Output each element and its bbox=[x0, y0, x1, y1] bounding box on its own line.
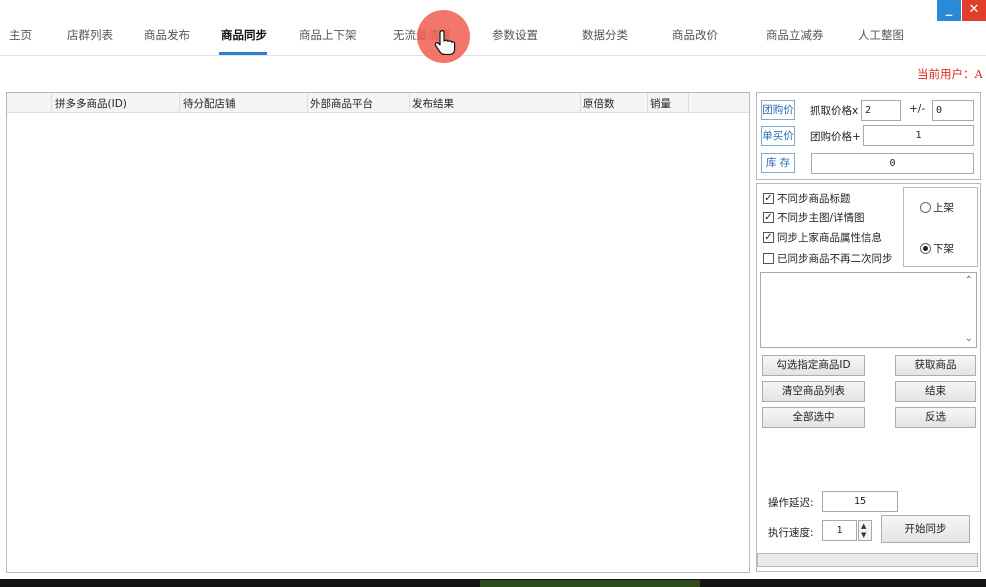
active-tab-indicator bbox=[219, 52, 267, 55]
checkbox-mark: ✓ bbox=[763, 212, 774, 223]
speed-label: 执行速度: bbox=[768, 527, 814, 539]
column-separator bbox=[409, 93, 410, 113]
sync-progress-bar bbox=[757, 553, 978, 567]
nav-tab-parameter-settings[interactable]: 参数设置 bbox=[492, 27, 538, 43]
column-pdd-id[interactable]: 拼多多商品(ID) bbox=[55, 96, 127, 111]
invert-selection-button[interactable]: 反选 bbox=[895, 407, 976, 428]
plus-minus-label: +/- bbox=[909, 103, 926, 115]
plus-minus-input[interactable]: 0 bbox=[932, 100, 974, 121]
get-products-button[interactable]: 获取商品 bbox=[895, 355, 976, 376]
nav-tab-listing[interactable]: 商品上下架 bbox=[299, 27, 357, 43]
end-button[interactable]: 结束 bbox=[895, 381, 976, 402]
stock-tag[interactable]: 库 存 bbox=[761, 153, 795, 173]
column-separator bbox=[647, 93, 648, 113]
close-button[interactable]: ✕ bbox=[962, 0, 986, 21]
radio-mark bbox=[920, 243, 931, 254]
stock-input[interactable]: 0 bbox=[811, 153, 974, 174]
delay-label: 操作延迟: bbox=[768, 497, 814, 509]
nav-tab-product-sync[interactable]: 商品同步 bbox=[221, 27, 267, 43]
fetch-price-input[interactable]: 2 bbox=[861, 100, 901, 121]
column-separator bbox=[179, 93, 180, 113]
column-separator bbox=[688, 93, 689, 113]
checkbox-mark: ✓ bbox=[763, 193, 774, 204]
single-buy-tag[interactable]: 单买价 bbox=[761, 126, 795, 146]
shelf-radio-group: 上架 下架 bbox=[903, 187, 978, 267]
delay-input[interactable]: 15 bbox=[822, 491, 898, 512]
on-shelf-radio[interactable]: 上架 bbox=[920, 200, 954, 215]
column-separator bbox=[307, 93, 308, 113]
stepper-down-icon[interactable]: ▼ bbox=[861, 531, 866, 539]
column-pending-store[interactable]: 待分配店铺 bbox=[183, 96, 236, 111]
nav-tab-product-publish[interactable]: 商品发布 bbox=[144, 27, 190, 43]
checkbox-mark: ✓ bbox=[763, 232, 774, 243]
table-header: 拼多多商品(ID) 待分配店铺 外部商品平台 发布结果 原倍数 销量 bbox=[7, 93, 749, 113]
background-strip bbox=[480, 580, 700, 587]
speed-stepper[interactable]: ▲ ▼ bbox=[858, 520, 872, 541]
speed-input[interactable]: 1 bbox=[822, 520, 857, 541]
select-ids-button[interactable]: 勾选指定商品ID bbox=[762, 355, 865, 376]
nav-tab-data-categories[interactable]: 数据分类 bbox=[582, 27, 628, 43]
pricing-group: 团购价 抓取价格x 2 +/- 0 单买价 团购价格+ 1 库 存 0 bbox=[756, 92, 981, 180]
no-sync-images-checkbox[interactable]: ✓ 不同步主图/详情图 bbox=[763, 210, 865, 225]
column-separator bbox=[580, 93, 581, 113]
nav-tab-store-list[interactable]: 店群列表 bbox=[67, 27, 113, 43]
nav-tab-price-change[interactable]: 商品改价 bbox=[672, 27, 718, 43]
column-original-multiplier[interactable]: 原倍数 bbox=[583, 96, 615, 111]
hand-pointer-icon bbox=[434, 30, 456, 55]
start-sync-button[interactable]: 开始同步 bbox=[881, 515, 970, 543]
scroll-up-icon[interactable]: ⌃ bbox=[965, 275, 973, 286]
group-buy-tag[interactable]: 团购价 bbox=[761, 100, 795, 120]
minimize-button[interactable]: _ bbox=[937, 0, 961, 21]
radio-label: 下架 bbox=[933, 243, 954, 255]
nav-tab-manual-image[interactable]: 人工整图 bbox=[858, 27, 904, 43]
select-all-button[interactable]: 全部选中 bbox=[762, 407, 865, 428]
radio-mark bbox=[920, 202, 931, 213]
product-table[interactable]: 拼多多商品(ID) 待分配店铺 外部商品平台 发布结果 原倍数 销量 bbox=[6, 92, 750, 573]
group-price-label: 团购价格+ bbox=[810, 131, 861, 143]
checkbox-label: 同步上家商品属性信息 bbox=[777, 232, 882, 244]
scroll-down-icon[interactable]: ⌄ bbox=[965, 333, 973, 344]
no-resync-checkbox[interactable]: 已同步商品不再二次同步 bbox=[763, 251, 893, 266]
off-shelf-radio[interactable]: 下架 bbox=[920, 241, 954, 256]
checkbox-label: 不同步商品标题 bbox=[777, 193, 851, 205]
checkbox-mark bbox=[763, 253, 774, 264]
column-sales[interactable]: 销量 bbox=[650, 96, 671, 111]
top-navigation: 主页 店群列表 商品发布 商品同步 商品上下架 无流量清理 参数设置 数据分类 … bbox=[0, 0, 986, 56]
current-user-label: 当前用户：A bbox=[917, 67, 983, 81]
column-publish-result[interactable]: 发布结果 bbox=[412, 96, 454, 111]
checkbox-label: 已同步商品不再二次同步 bbox=[777, 253, 893, 265]
column-separator bbox=[51, 93, 52, 113]
product-id-textarea[interactable]: ⌃ ⌄ bbox=[760, 272, 977, 348]
clear-list-button[interactable]: 清空商品列表 bbox=[762, 381, 865, 402]
fetch-price-label: 抓取价格x bbox=[810, 105, 859, 117]
stepper-up-icon[interactable]: ▲ bbox=[861, 522, 866, 530]
nav-tab-home[interactable]: 主页 bbox=[9, 27, 32, 43]
radio-label: 上架 bbox=[933, 202, 954, 214]
nav-tab-discount-coupon[interactable]: 商品立减券 bbox=[766, 27, 824, 43]
checkbox-label: 不同步主图/详情图 bbox=[777, 212, 865, 224]
column-external-platform[interactable]: 外部商品平台 bbox=[310, 96, 373, 111]
sync-attributes-checkbox[interactable]: ✓ 同步上家商品属性信息 bbox=[763, 230, 882, 245]
no-sync-title-checkbox[interactable]: ✓ 不同步商品标题 bbox=[763, 191, 851, 206]
group-price-input[interactable]: 1 bbox=[863, 125, 974, 146]
